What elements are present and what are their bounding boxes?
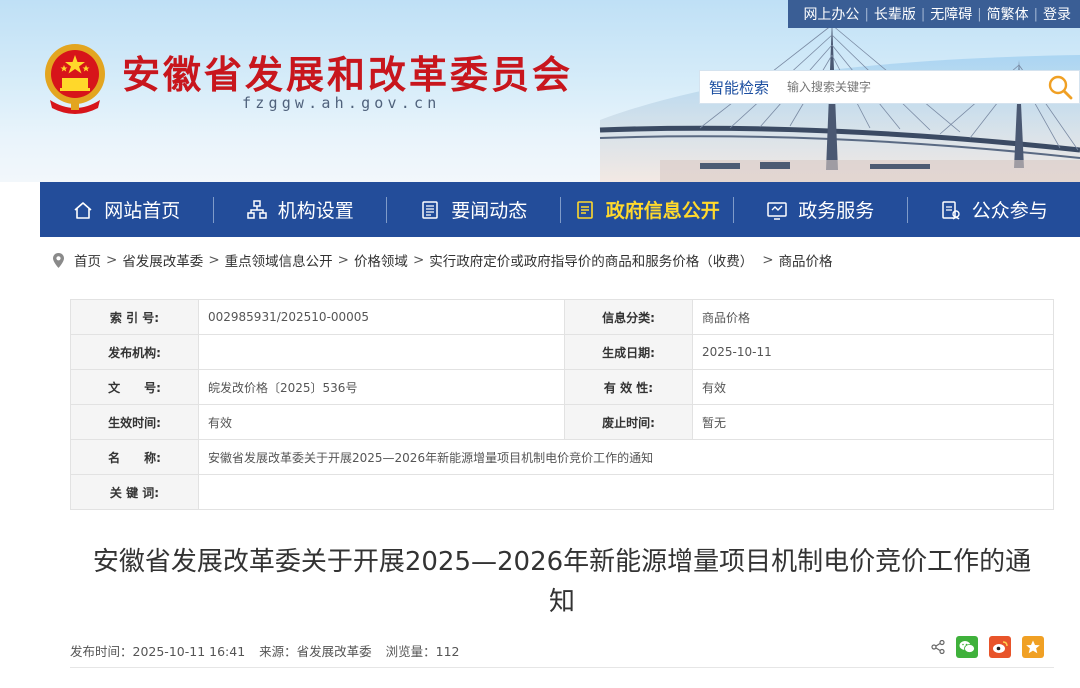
document-number-label: 文 号: (70, 369, 199, 405)
breadcrumb: 首页 > 省发展改革委 > 重点领域信息公开 > 价格领域 > 实行政府定价或政… (52, 250, 833, 270)
top-link-simplified-traditional[interactable]: 简繁体 (982, 4, 1034, 24)
article-divider (70, 667, 1054, 668)
top-links-bar: 网上办公 | 长辈版 | 无障碍 | 简繁体 | 登录 (788, 0, 1080, 28)
nav-item-home[interactable]: 网站首页 (40, 182, 213, 237)
breadcrumb-arrow: > (337, 252, 349, 268)
search-box: 智能检索 (699, 70, 1080, 104)
breadcrumb-arrow: > (106, 252, 118, 268)
publisher-label: 发布机构: (70, 334, 199, 370)
table-row: 名 称: 安徽省发展改革委关于开展2025—2026年新能源增量项目机制电价竞价… (70, 439, 1054, 475)
nav-item-label: 网站首页 (104, 200, 181, 222)
breadcrumb-price-area[interactable]: 价格领域 (354, 250, 408, 270)
nav-item-label: 要闻动态 (451, 200, 528, 222)
national-emblem-icon[interactable] (42, 42, 108, 114)
nav-item-label: 政府信息公开 (605, 200, 720, 222)
breadcrumb-arrow: > (208, 252, 220, 268)
nav-item-organization[interactable]: 机构设置 (214, 182, 387, 237)
breadcrumb-key-areas[interactable]: 重点领域信息公开 (225, 250, 333, 270)
effective-time-label: 生效时间: (70, 404, 199, 440)
nav-item-news[interactable]: 要闻动态 (387, 182, 560, 237)
top-link-elder-mode[interactable]: 长辈版 (869, 4, 921, 24)
keywords-label: 关 键 词: (70, 474, 199, 510)
main-nav: 网站首页 机构设置 要闻动态 政府信息公开 政务服务 公众参与 (40, 182, 1080, 237)
article-meta: 发布时间：2025-10-11 16:41 来源：省发展改革委 浏览量：112 (70, 641, 474, 660)
nav-item-government-service[interactable]: 政务服务 (734, 182, 907, 237)
breadcrumb-home[interactable]: 首页 (74, 250, 101, 270)
top-link-login[interactable]: 登录 (1038, 4, 1076, 24)
nav-item-government-info-public[interactable]: 政府信息公开 (561, 182, 734, 237)
created-date-value: 2025-10-11 (692, 334, 1054, 370)
site-header: 网上办公 | 长辈版 | 无障碍 | 简繁体 | 登录 安徽省发展和改革委员会 … (0, 0, 1080, 182)
publisher-value (198, 334, 565, 370)
org-chart-icon (246, 199, 267, 219)
publish-time: 发布时间：2025-10-11 16:41 (70, 644, 246, 659)
wechat-icon (959, 641, 975, 653)
nav-item-public-participation[interactable]: 公众参与 (908, 182, 1080, 237)
info-public-icon (576, 200, 593, 219)
breadcrumb-commodity-price[interactable]: 商品价格 (779, 250, 833, 270)
wechat-share-button[interactable] (956, 636, 978, 658)
document-number-value: 皖发改价格〔2025〕536号 (198, 369, 565, 405)
document-info-table: 索 引 号: 002985931/202510-00005 信息分类: 商品价格… (70, 299, 1054, 510)
breadcrumb-government-pricing[interactable]: 实行政府定价或政府指导价的商品和服务价格（收费） (429, 250, 753, 270)
search-icon[interactable] (1047, 74, 1073, 100)
favorite-button[interactable] (1022, 636, 1044, 658)
search-label: 智能检索 (709, 78, 770, 97)
news-icon (422, 200, 438, 219)
article-source: 来源：省发展改革委 (259, 644, 372, 659)
validity-value: 有效 (692, 369, 1054, 405)
site-domain: fzggw.ah.gov.cn (242, 94, 441, 112)
breadcrumb-commission[interactable]: 省发展改革委 (122, 250, 203, 270)
category-label: 信息分类: (564, 299, 693, 335)
keywords-value (198, 474, 1054, 510)
location-pin-icon (53, 252, 64, 268)
search-input[interactable] (781, 79, 1039, 95)
share-bar (931, 636, 1044, 658)
category-value: 商品价格 (692, 299, 1054, 335)
top-link-accessibility[interactable]: 无障碍 (925, 4, 977, 24)
article-title: 安徽省发展改革委关于开展2025—2026年新能源增量项目机制电价竞价工作的通知 (92, 547, 1032, 617)
participation-icon (941, 200, 960, 220)
top-link-online-office[interactable]: 网上办公 (798, 4, 864, 24)
table-row: 生效时间: 有效 废止时间: 暂无 (70, 404, 1054, 440)
weibo-icon (993, 641, 1008, 653)
nav-item-label: 机构设置 (277, 200, 354, 222)
document-name-value: 安徽省发展改革委关于开展2025—2026年新能源增量项目机制电价竞价工作的通知 (198, 439, 1054, 475)
validity-label: 有 效 性: (564, 369, 693, 405)
table-row: 关 键 词: (70, 474, 1054, 510)
site-title[interactable]: 安徽省发展和改革委员会 (122, 44, 573, 99)
weibo-share-button[interactable] (989, 636, 1011, 658)
star-icon (1026, 640, 1040, 654)
abolish-time-label: 废止时间: (564, 404, 693, 440)
index-label: 索 引 号: (70, 299, 199, 335)
nav-item-label: 公众参与 (971, 200, 1048, 222)
document-name-label: 名 称: (70, 439, 199, 475)
index-value: 002985931/202510-00005 (198, 299, 565, 335)
table-row: 索 引 号: 002985931/202510-00005 信息分类: 商品价格 (70, 299, 1054, 335)
table-row: 文 号: 皖发改价格〔2025〕536号 有 效 性: 有效 (70, 369, 1054, 405)
breadcrumb-arrow: > (412, 252, 425, 268)
home-icon (74, 201, 92, 219)
abolish-time-value: 暂无 (692, 404, 1054, 440)
breadcrumb-arrow: > (762, 252, 774, 268)
share-icon[interactable] (931, 640, 945, 654)
effective-time-value: 有效 (198, 404, 565, 440)
nav-item-label: 政务服务 (798, 200, 875, 222)
table-row: 发布机构: 生成日期: 2025-10-11 (70, 334, 1054, 370)
view-count: 浏览量：112 (385, 644, 460, 659)
service-icon (767, 201, 787, 220)
created-date-label: 生成日期: (564, 334, 693, 370)
